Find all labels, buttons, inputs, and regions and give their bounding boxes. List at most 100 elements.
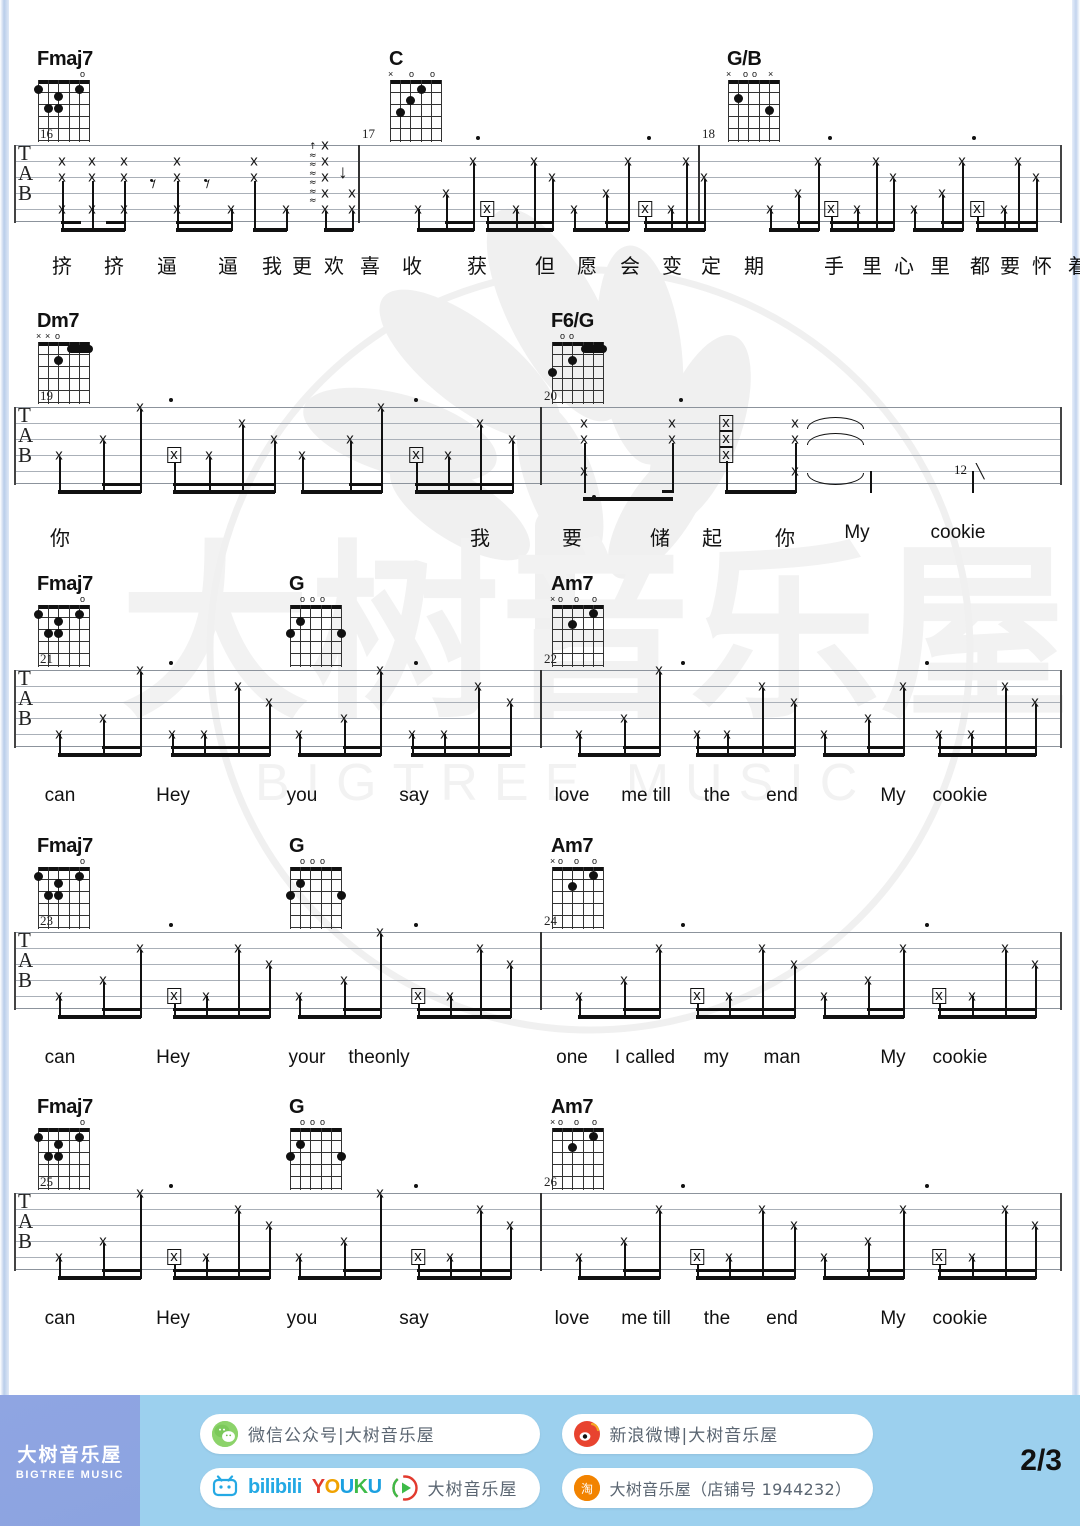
chord-open-marks: × o o bbox=[388, 69, 436, 79]
chord-grid bbox=[552, 1128, 604, 1190]
chord-open-marks: ooo bbox=[300, 856, 326, 866]
chord-open-marks: × o o o bbox=[550, 594, 598, 604]
chord-grid bbox=[390, 80, 442, 142]
taobao-pill[interactable]: 淘 大树音乐屋（店铺号 1944232） bbox=[561, 1467, 874, 1508]
chord-name: Am7 bbox=[551, 835, 594, 857]
measure-number: 18 bbox=[702, 126, 715, 141]
chord-open-marks: × × o bbox=[36, 331, 61, 341]
tab-clef: TAB bbox=[18, 1189, 34, 1253]
eighth-rest: 𝄾 bbox=[203, 169, 211, 200]
footer-links: 微信公众号|大树音乐屋 bilibili YOUKU 大树音乐屋 新浪微博|大树… bbox=[140, 1395, 1014, 1526]
tab-note-x-muted: x bbox=[411, 1249, 425, 1265]
chord-name: F6/G bbox=[551, 310, 594, 332]
page-left-edge bbox=[0, 0, 9, 1395]
page-number: 2/3 bbox=[1020, 1443, 1062, 1477]
chord-diagram-am7: Am7 × o o o bbox=[550, 573, 604, 667]
strum-rake-squiggle: ↑ ≈ ≈ ≈ ≈ ≈ ≈ bbox=[309, 142, 317, 206]
measure-number: 26 bbox=[544, 1174, 557, 1189]
wechat-label: 微信公众号|大树音乐屋 bbox=[248, 1426, 435, 1446]
tab-note-x-muted: x bbox=[167, 1249, 181, 1265]
tab-note-x: x bbox=[668, 414, 676, 432]
chord-diagram-g-over-b: G/B × o o × bbox=[726, 48, 780, 142]
tab-note-x-muted: x bbox=[719, 415, 733, 431]
chord-name: C bbox=[389, 48, 404, 70]
tab-note-x-muted: x bbox=[167, 988, 181, 1004]
chord-diagram-g: G ooo bbox=[286, 573, 346, 667]
measure-number: 23 bbox=[40, 913, 53, 928]
chord-grid bbox=[548, 342, 607, 404]
tab-note-x: x bbox=[321, 168, 329, 186]
chord-diagram-f6-over-g: F6/G oo bbox=[548, 310, 607, 404]
chord-open-marks: × o o × bbox=[726, 69, 774, 79]
logo-chinese-name: 大树音乐屋 bbox=[17, 1444, 123, 1466]
tab-note-x-muted: x bbox=[932, 1249, 946, 1265]
tab-note-x-muted: x bbox=[719, 431, 733, 447]
bilibili-wordmark: bilibili bbox=[248, 1476, 302, 1498]
tab-note-x-muted: x bbox=[411, 988, 425, 1004]
chord-open-marks: × o o o bbox=[550, 856, 598, 866]
tab-note-x: x bbox=[173, 152, 181, 170]
video-label: 大树音乐屋 bbox=[427, 1480, 518, 1500]
chord-name: G bbox=[289, 1096, 305, 1118]
chord-open-marks: oo bbox=[560, 331, 575, 341]
tab-note-x: x bbox=[321, 184, 329, 202]
footer-bar: 大树音乐屋 BIGTREE MUSIC 微信公众号|大树音乐屋 bilibili… bbox=[0, 1395, 1080, 1526]
chord-open-marks: o bbox=[80, 594, 86, 604]
tab-note-x-muted: x bbox=[480, 201, 494, 217]
chord-name: Fmaj7 bbox=[37, 48, 93, 70]
tab-note-x: x bbox=[58, 152, 66, 170]
chord-name: Dm7 bbox=[37, 310, 80, 332]
footer-column-right: 新浪微博|大树音乐屋 淘 大树音乐屋（店铺号 1944232） bbox=[561, 1413, 874, 1508]
chord-grid bbox=[552, 867, 604, 929]
chord-diagram-c: C × o o bbox=[388, 48, 442, 142]
tab-note-x-muted: x bbox=[690, 988, 704, 1004]
chord-diagram-am7: Am7 × o o o bbox=[550, 1096, 604, 1190]
chord-diagram-am7: Am7 × o o o bbox=[550, 835, 604, 929]
measure-number: 21 bbox=[40, 651, 53, 666]
eighth-rest: 𝄾 bbox=[149, 169, 157, 200]
weibo-pill[interactable]: 新浪微博|大树音乐屋 bbox=[561, 1413, 874, 1454]
logo-english-name: BIGTREE MUSIC bbox=[15, 1469, 125, 1481]
chord-diagram-g: G ooo bbox=[286, 1096, 346, 1190]
taobao-icon: 淘 bbox=[573, 1474, 600, 1501]
staff-line-4: TAB 23 24 x x x x x x x x x x x x x x x … bbox=[14, 913, 1062, 1019]
chord-grid bbox=[286, 605, 346, 667]
chord-open-marks: ooo bbox=[300, 594, 326, 604]
chord-grid bbox=[286, 867, 346, 929]
youku-wordmark: YOUKU bbox=[311, 1476, 382, 1498]
tab-note-x-muted: x bbox=[932, 988, 946, 1004]
chord-name: Fmaj7 bbox=[37, 1096, 93, 1118]
staff-line-5: TAB 25 26 x x x x x x x x x x x x x x x … bbox=[14, 1174, 1062, 1280]
tab-clef: TAB bbox=[18, 141, 34, 205]
tab-note-x-muted: x bbox=[824, 201, 838, 217]
chord-name: Fmaj7 bbox=[37, 573, 93, 595]
chord-name: Fmaj7 bbox=[37, 835, 93, 857]
page-right-edge bbox=[1072, 0, 1080, 1395]
measure-number: 19 bbox=[40, 388, 53, 403]
weibo-icon bbox=[573, 1420, 600, 1447]
tab-note-x: x bbox=[120, 152, 128, 170]
downstroke-arrow: ↓ bbox=[338, 162, 348, 183]
tab-note-x: x bbox=[321, 136, 329, 154]
wechat-pill[interactable]: 微信公众号|大树音乐屋 bbox=[200, 1413, 540, 1454]
staff-line-2: TAB 19 20 x x x x x x x x x x x x x x x … bbox=[14, 388, 1062, 501]
chord-name: Am7 bbox=[551, 573, 594, 595]
chord-grid bbox=[552, 605, 604, 667]
tab-note-x: x bbox=[791, 414, 799, 432]
fret-position-marker: 12 bbox=[954, 462, 967, 477]
taobao-label: 大树音乐屋（店铺号 1944232） bbox=[609, 1479, 852, 1499]
chord-open-marks: o bbox=[80, 856, 86, 866]
footer-column-left: 微信公众号|大树音乐屋 bilibili YOUKU 大树音乐屋 bbox=[200, 1413, 540, 1508]
tab-clef: TAB bbox=[18, 666, 34, 730]
slide-mark: ╲ bbox=[976, 463, 985, 479]
bigtree-music-logo: 大树音乐屋 BIGTREE MUSIC bbox=[0, 1395, 140, 1526]
measure-number: 20 bbox=[544, 388, 557, 403]
tab-note-x: x bbox=[321, 152, 329, 170]
chord-name: G bbox=[289, 835, 305, 857]
staff-line-3: TAB 21 22 x x x x x x x x x x x x x x x … bbox=[14, 651, 1062, 757]
tab-note-x-muted: x bbox=[690, 1249, 704, 1265]
chord-open-marks: o bbox=[80, 69, 86, 79]
video-platforms-pill[interactable]: bilibili YOUKU 大树音乐屋 bbox=[200, 1467, 540, 1508]
tab-note-x: x bbox=[348, 184, 356, 202]
sheet-music-page: 大树音乐屋 BIGTREE MUSIC Fmaj7 o C × o o G/B … bbox=[0, 0, 1080, 1526]
